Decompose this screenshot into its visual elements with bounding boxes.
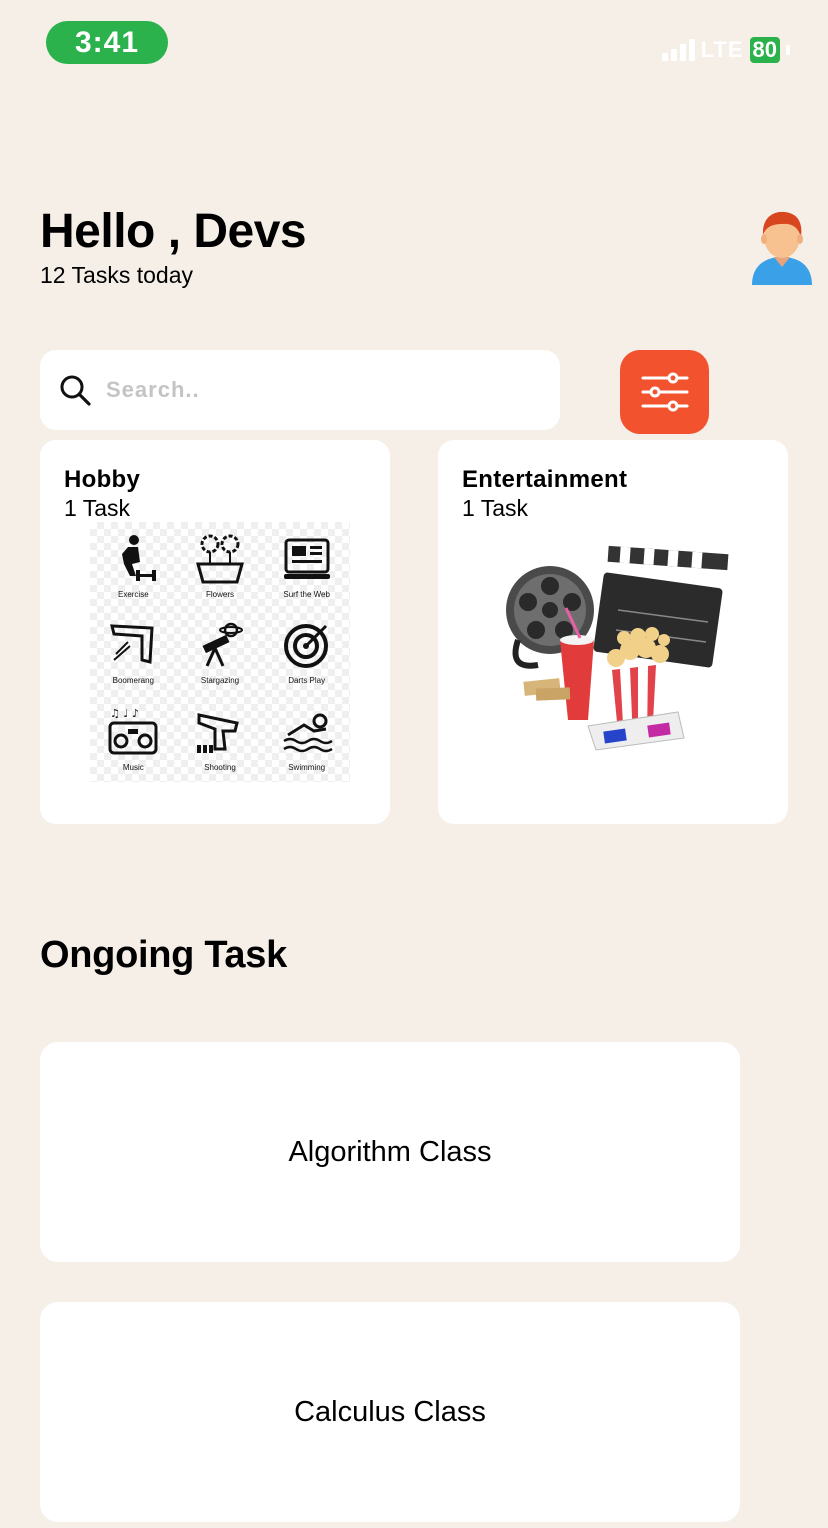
category-title: Hobby [64,466,141,493]
gun-icon [196,713,239,754]
ticket-icon [523,678,571,701]
category-card-entertainment[interactable]: Entertainment 1 Task [438,440,788,824]
battery-icon [786,45,790,55]
signal-icon [661,39,695,61]
hobby-item-label: Flowers [205,589,234,599]
search-input[interactable] [106,377,506,403]
category-task-count: 1 Task [64,495,131,521]
network-label: LTE [700,37,744,62]
task-label: Algorithm Class [288,1135,492,1168]
exercise-tile: Exercise [90,522,177,609]
greeting-title: Hello , Devs [40,205,307,258]
sliders-icon [641,372,688,412]
search-icon [60,375,91,406]
boomerang-icon [110,624,154,665]
person-avatar-icon[interactable] [748,207,816,287]
shooting-tile: Shooting [177,695,264,782]
hobby-item-label: Exercise [117,589,149,599]
filter-button[interactable] [620,350,709,434]
radio-icon: ♫ ♩ ♪ [108,707,158,755]
monitor-icon [283,538,330,579]
flowers-tile: Flowers [177,522,264,609]
hobby-item-label: Surf the Web [283,589,330,599]
swimmer-icon [282,713,333,753]
ongoing-task-card[interactable]: Algorithm Class [40,1042,740,1262]
hobby-item-label: Boomerang [112,676,154,686]
hobby-item-label: Music [122,763,144,773]
status-indicators: LTE 80 [661,36,790,64]
flowers-icon [196,534,244,584]
category-title: Entertainment [462,466,628,493]
boomerang-tile: Boomerang [90,609,177,696]
battery-level: 80 [749,37,780,63]
exercise-icon [122,534,157,581]
swimming-tile: Swimming [263,695,350,782]
surf-web-tile: Surf the Web [263,522,350,609]
tasks-today-count: 12 Tasks today [40,262,194,288]
stargazing-tile: Stargazing [177,609,264,696]
task-label: Calculus Class [294,1395,486,1428]
music-tile: ♫ ♩ ♪ Music [90,695,177,782]
status-time: 3:41 [46,21,168,64]
hobby-item-label: Stargazing [200,676,240,686]
hobby-item-label: Darts Play [288,676,326,686]
category-task-count: 1 Task [462,495,529,521]
category-card-hobby[interactable]: Hobby 1 Task Exercise Flowers Surf the W… [40,440,390,824]
movie-snacks-illustration [506,545,729,751]
telescope-icon [202,623,243,668]
hobby-item-label: Swimming [288,763,326,773]
ongoing-section-title: Ongoing Task [40,934,287,976]
hobby-illustration: Exercise Flowers Surf the Web Boomerang … [90,522,350,782]
dartboard-icon [283,624,328,669]
svg-text:♫ ♩ ♪: ♫ ♩ ♪ [110,707,139,720]
search-bar[interactable] [40,350,560,430]
darts-tile: Darts Play [263,609,350,696]
ongoing-task-card[interactable]: Calculus Class [40,1302,740,1522]
hobby-item-label: Shooting [204,763,236,773]
